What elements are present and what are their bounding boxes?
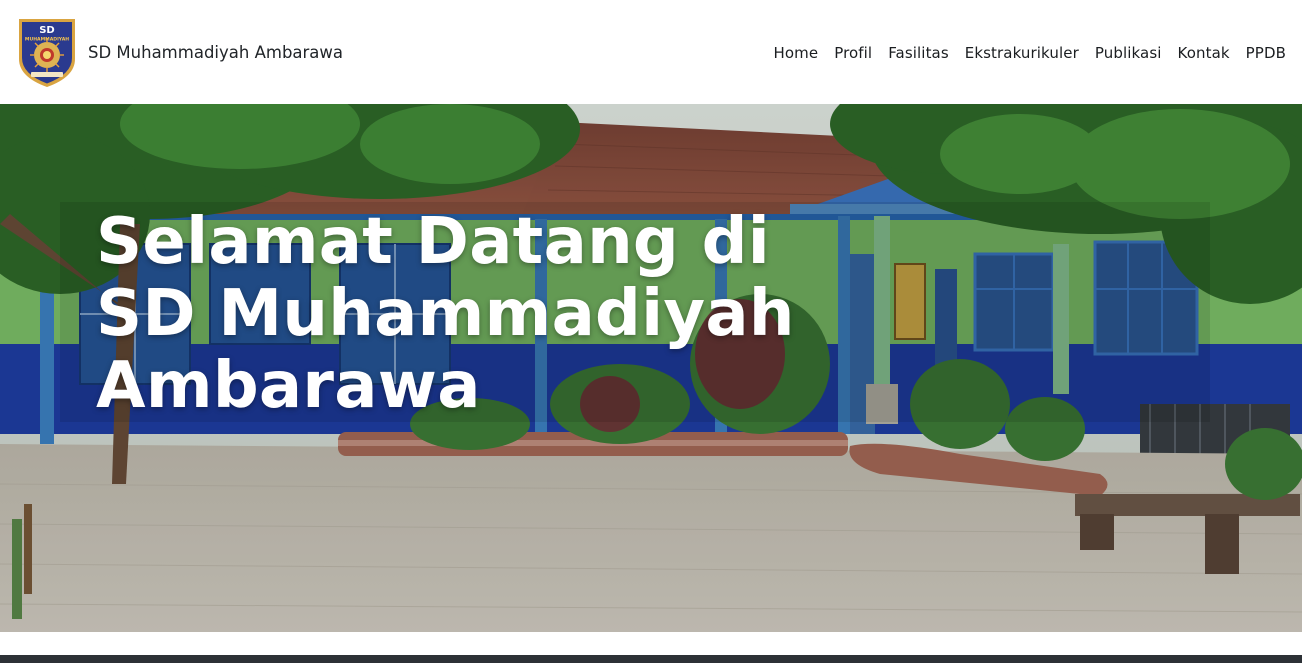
nav-link-publikasi[interactable]: Publikasi bbox=[1095, 44, 1162, 62]
nav-item-ekstrakurikuler: Ekstrakurikuler bbox=[965, 43, 1079, 62]
hero-title: Selamat Datang di SD Muhammadiyah Ambara… bbox=[96, 205, 795, 423]
nav-item-profil: Profil bbox=[834, 43, 872, 62]
nav-link-kontak[interactable]: Kontak bbox=[1178, 44, 1230, 62]
nav-link-fasilitas[interactable]: Fasilitas bbox=[888, 44, 949, 62]
bottom-strip bbox=[0, 655, 1302, 663]
nav-link-ppdb[interactable]: PPDB bbox=[1246, 44, 1286, 62]
main-nav: Home Profil Fasilitas Ekstrakurikuler Pu… bbox=[773, 43, 1286, 62]
nav-link-ekstrakurikuler[interactable]: Ekstrakurikuler bbox=[965, 44, 1079, 62]
nav-item-kontak: Kontak bbox=[1178, 43, 1230, 62]
nav-item-publikasi: Publikasi bbox=[1095, 43, 1162, 62]
navbar: SD MUHAMMADIYAH SD Muhammadiyah Ambarawa… bbox=[0, 0, 1302, 104]
nav-item-home: Home bbox=[773, 43, 818, 62]
nav-item-fasilitas: Fasilitas bbox=[888, 43, 949, 62]
svg-text:SD: SD bbox=[39, 25, 55, 36]
brand-name: SD Muhammadiyah Ambarawa bbox=[88, 42, 344, 62]
school-emblem-icon: SD MUHAMMADIYAH bbox=[19, 19, 75, 87]
nav-link-profil[interactable]: Profil bbox=[834, 44, 872, 62]
svg-text:MUHAMMADIYAH: MUHAMMADIYAH bbox=[25, 37, 69, 43]
nav-link-home[interactable]: Home bbox=[773, 44, 818, 62]
nav-links: Home Profil Fasilitas Ekstrakurikuler Pu… bbox=[773, 43, 1286, 62]
brand-link[interactable]: SD MUHAMMADIYAH SD Muhammadiyah Ambarawa bbox=[15, 15, 343, 89]
nav-item-ppdb: PPDB bbox=[1246, 43, 1286, 62]
hero-section: Selamat Datang di SD Muhammadiyah Ambara… bbox=[0, 104, 1302, 632]
